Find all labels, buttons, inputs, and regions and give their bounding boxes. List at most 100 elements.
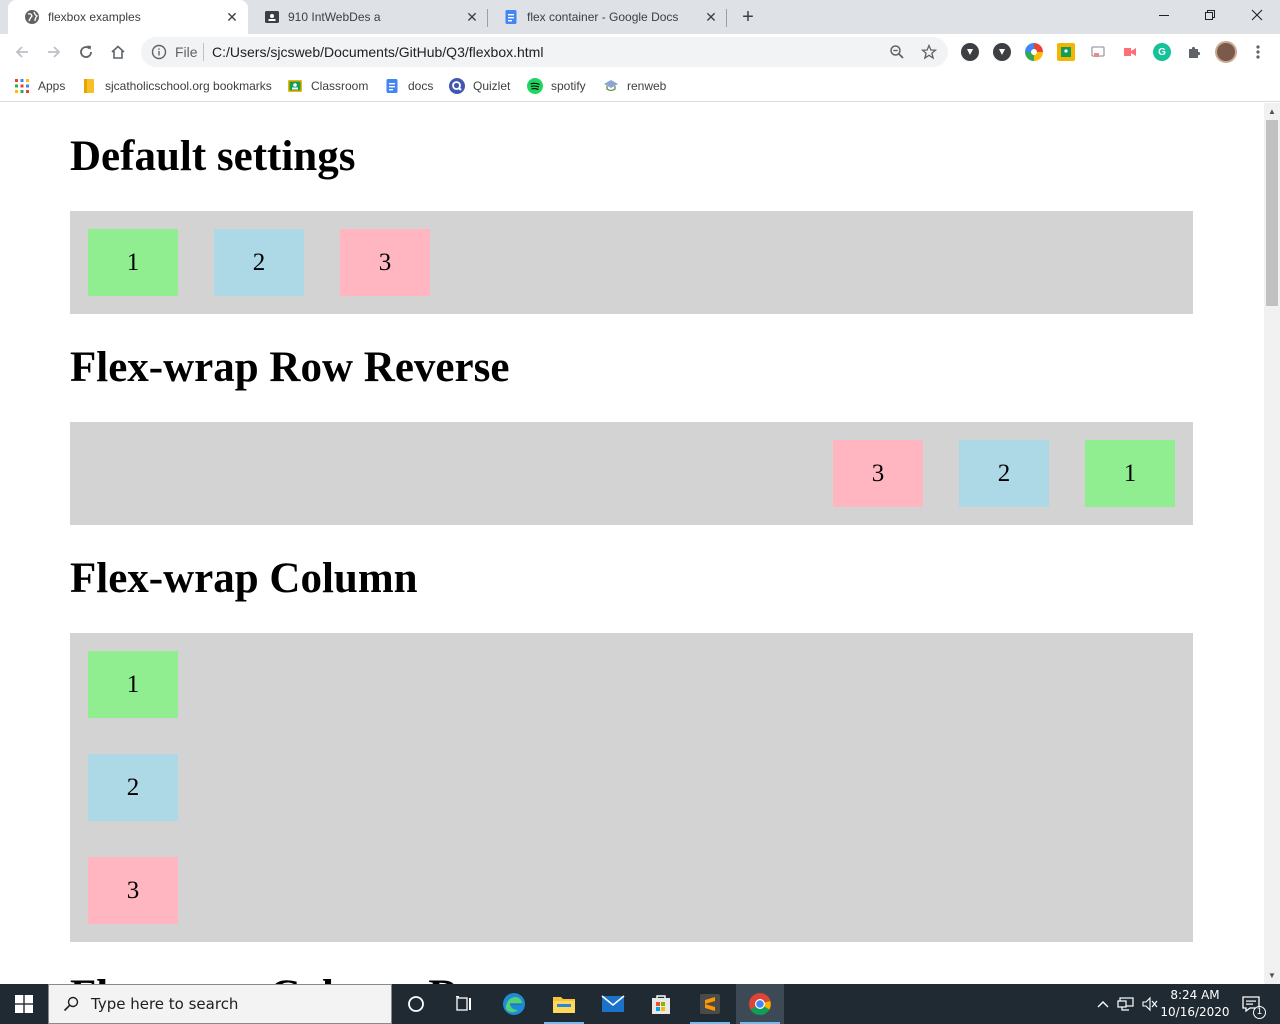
puzzle-icon[interactable] xyxy=(1185,43,1203,61)
tab-title: flex container - Google Docs xyxy=(527,10,679,24)
clock-date: 10/16/2020 xyxy=(1160,1005,1230,1019)
tab-close-icon[interactable]: ✕ xyxy=(701,7,721,27)
google-docs-icon xyxy=(503,9,519,25)
shield-icon[interactable] xyxy=(993,43,1011,61)
flex-container-row-reverse: 1 2 3 xyxy=(70,422,1193,525)
bookmark-classroom[interactable]: Classroom xyxy=(287,77,368,95)
tab-title: flexbox examples xyxy=(48,10,141,24)
task-view-icon[interactable] xyxy=(440,984,488,1024)
sync-icon[interactable] xyxy=(1025,43,1043,61)
bookmark-sjcatholicschool[interactable]: sjcatholicschool.org bookmarks xyxy=(81,77,272,95)
tab-google-docs[interactable]: flex container - Google Docs ✕ xyxy=(487,0,727,34)
classroom-icon xyxy=(264,9,280,25)
tab-strip: flexbox examples ✕ 910 IntWebDes a ✕ fle… xyxy=(0,0,1280,34)
restore-button[interactable] xyxy=(1187,0,1233,30)
search-placeholder: Type here to search xyxy=(91,995,239,1013)
tab-divider xyxy=(726,9,727,27)
minimize-button[interactable] xyxy=(1141,0,1187,30)
volume-muted-icon[interactable] xyxy=(1139,984,1161,1024)
clock-time: 8:24 AM xyxy=(1170,988,1220,1002)
notification-badge: 1 xyxy=(1253,1006,1266,1019)
spotify-icon xyxy=(527,78,543,94)
heading-column: Flex-wrap Column xyxy=(70,555,418,602)
start-button[interactable] xyxy=(0,984,48,1024)
bookmark-spotify[interactable]: spotify xyxy=(527,77,586,95)
page-viewport: Default settings 1 2 3 Flex-wrap Row Rev… xyxy=(0,103,1264,984)
url-text[interactable]: C:/Users/sjcsweb/Documents/GitHub/Q3/fle… xyxy=(212,44,543,60)
renweb-icon xyxy=(603,78,619,94)
heading-column-reverse: Flex-wrap Column Reverse xyxy=(70,971,1193,984)
bookmark-label: sjcatholicschool.org bookmarks xyxy=(105,79,272,93)
scroll-up-arrow-icon[interactable]: ▲ xyxy=(1264,103,1280,120)
file-explorer-icon[interactable] xyxy=(540,984,588,1024)
scrollbar-thumb[interactable] xyxy=(1266,120,1278,306)
google-docs-icon xyxy=(384,78,400,94)
vertical-scrollbar[interactable]: ▲ ▼ xyxy=(1264,103,1280,984)
new-tab-button[interactable]: + xyxy=(736,6,760,28)
bookmark-docs[interactable]: docs xyxy=(384,77,433,95)
page-content: Default settings 1 2 3 Flex-wrap Row Rev… xyxy=(70,103,1193,984)
flex-item: 1 xyxy=(88,229,178,296)
scroll-down-arrow-icon[interactable]: ▼ xyxy=(1264,967,1280,984)
flex-item: 3 xyxy=(88,857,178,924)
flex-item: 3 xyxy=(833,440,923,507)
show-hidden-icons-icon[interactable] xyxy=(1094,984,1112,1024)
zoom-icon[interactable] xyxy=(888,43,906,61)
avatar[interactable] xyxy=(1215,41,1237,63)
network-icon[interactable] xyxy=(1115,984,1137,1024)
search-icon xyxy=(61,994,81,1014)
flex-container-column: 1 2 3 xyxy=(70,633,1193,942)
flex-item: 3 xyxy=(340,229,430,296)
bookmark-star-icon[interactable] xyxy=(920,43,938,61)
heading-row-reverse: Flex-wrap Row Reverse xyxy=(70,344,510,391)
bookmarks-bar: Apps sjcatholicschool.org bookmarks Clas… xyxy=(0,70,1280,102)
home-button[interactable] xyxy=(104,38,132,66)
flex-item: 2 xyxy=(214,229,304,296)
tab-title: 910 IntWebDes a xyxy=(288,10,381,24)
windows-taskbar: Type here to search 8:24 AM 10/16/2020 1 xyxy=(0,984,1280,1024)
flex-container-default: 1 2 3 xyxy=(70,211,1193,314)
address-bar[interactable]: File C:/Users/sjcsweb/Documents/GitHub/Q… xyxy=(141,37,948,67)
classroom-icon[interactable] xyxy=(1057,43,1075,61)
bookmark-label: renweb xyxy=(627,79,667,93)
flex-item: 1 xyxy=(88,651,178,718)
bookmark-label: spotify xyxy=(551,79,586,93)
tab-910-intwebdes[interactable]: 910 IntWebDes a ✕ xyxy=(248,0,488,34)
sublime-text-icon[interactable] xyxy=(686,984,734,1024)
store-icon[interactable] xyxy=(637,984,685,1024)
bookmark-label: Classroom xyxy=(311,79,369,93)
bookmark-label: Quizlet xyxy=(473,79,511,93)
notification-center-icon[interactable]: 1 xyxy=(1236,984,1266,1024)
classroom-icon xyxy=(287,78,303,94)
menu-icon[interactable] xyxy=(1249,43,1267,61)
shield-icon[interactable] xyxy=(961,43,979,61)
flex-item: 2 xyxy=(88,754,178,821)
system-clock[interactable]: 8:24 AM 10/16/2020 xyxy=(1160,987,1230,1021)
close-window-button[interactable] xyxy=(1234,0,1280,30)
apps-grid-icon xyxy=(14,78,30,94)
reload-button[interactable] xyxy=(72,38,100,66)
forward-button[interactable] xyxy=(40,38,68,66)
tab-flexbox-examples[interactable]: flexbox examples ✕ xyxy=(8,0,248,34)
tab-close-icon[interactable]: ✕ xyxy=(222,7,242,27)
screencastify-icon[interactable] xyxy=(1121,43,1139,61)
mail-icon[interactable] xyxy=(589,984,637,1024)
bookmark-quizlet[interactable]: Quizlet xyxy=(449,77,510,95)
omnibox-divider xyxy=(203,43,204,61)
flex-item: 2 xyxy=(959,440,1049,507)
taskbar-search-box[interactable]: Type here to search xyxy=(48,984,392,1024)
browser-toolbar: File C:/Users/sjcsweb/Documents/GitHub/Q… xyxy=(0,34,1280,70)
bookmark-apps[interactable]: Apps xyxy=(14,77,65,95)
bookmark-renweb[interactable]: renweb xyxy=(603,77,666,95)
tab-close-icon[interactable]: ✕ xyxy=(462,7,482,27)
cast-icon[interactable] xyxy=(1089,43,1107,61)
folder-icon xyxy=(81,78,97,94)
cortana-icon[interactable] xyxy=(392,984,440,1024)
grammarly-icon[interactable]: G xyxy=(1153,43,1171,61)
back-button[interactable] xyxy=(8,38,36,66)
chrome-icon[interactable] xyxy=(736,984,784,1024)
info-icon[interactable] xyxy=(151,44,167,60)
bookmark-label: Apps xyxy=(38,79,66,93)
scheme-label: File xyxy=(175,44,198,60)
edge-icon[interactable] xyxy=(490,984,538,1024)
